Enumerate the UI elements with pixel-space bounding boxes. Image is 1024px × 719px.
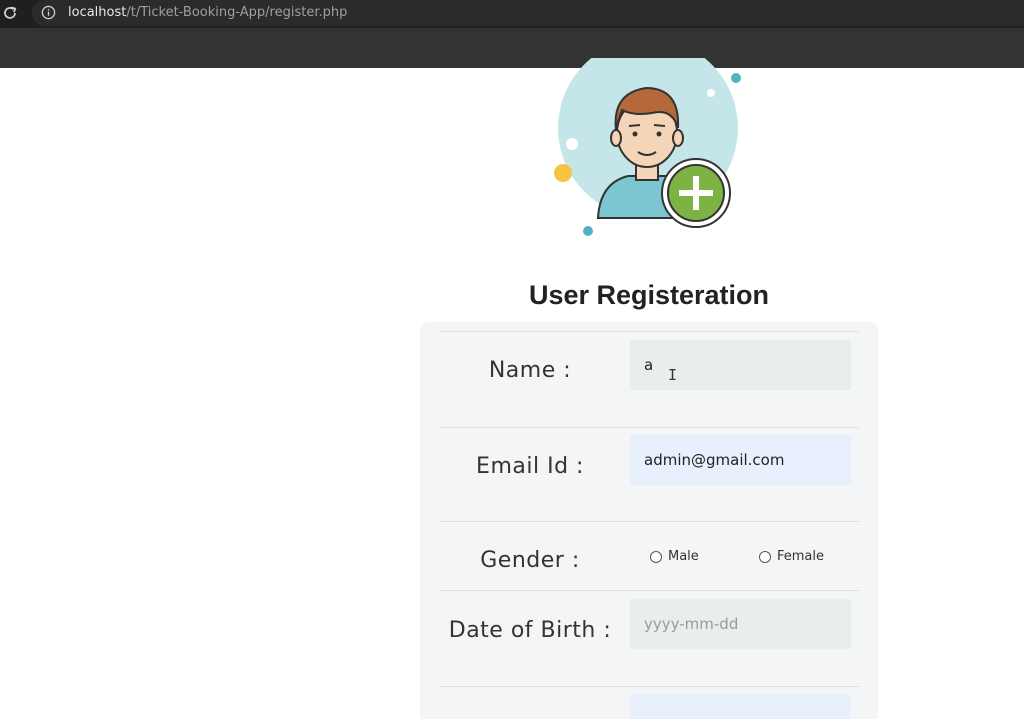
divider xyxy=(440,686,859,687)
name-field[interactable] xyxy=(630,340,851,390)
registration-form: Name : Email Id : Gender : Male Female D… xyxy=(420,322,878,719)
divider xyxy=(440,590,859,591)
browser-top-bar: localhost/t/Ticket-Booking-App/register.… xyxy=(0,0,1024,28)
gender-label: Gender : xyxy=(480,548,580,573)
url-path: /t/Ticket-Booking-App/register.php xyxy=(126,5,348,20)
add-user-icon xyxy=(661,158,731,228)
dob-field[interactable] xyxy=(630,599,851,649)
radio-female-label: Female xyxy=(777,549,825,564)
info-icon[interactable] xyxy=(41,5,56,20)
gender-option-male[interactable]: Male xyxy=(650,549,699,564)
gender-option-female[interactable]: Female xyxy=(759,549,824,564)
radio-male[interactable] xyxy=(650,550,662,563)
text-cursor-icon: I xyxy=(668,366,678,384)
email-label: Email Id : xyxy=(476,454,584,479)
divider xyxy=(440,427,859,428)
page-content: User Registeration Name : Email Id : Gen… xyxy=(0,58,1024,719)
url-text[interactable]: localhost/t/Ticket-Booking-App/register.… xyxy=(68,5,347,20)
avatar-icon xyxy=(554,58,741,236)
email-field[interactable] xyxy=(630,435,851,485)
next-field[interactable] xyxy=(630,694,851,719)
page-title: User Registeration xyxy=(528,280,770,310)
browser-toolbar xyxy=(0,28,1024,68)
name-label: Name : xyxy=(488,358,572,383)
radio-female[interactable] xyxy=(759,550,771,563)
divider xyxy=(440,331,859,332)
reload-icon[interactable] xyxy=(2,5,18,21)
radio-male-label: Male xyxy=(668,549,699,564)
url-host: localhost xyxy=(68,5,127,20)
divider xyxy=(440,521,859,522)
dob-label: Date of Birth : xyxy=(448,618,612,643)
